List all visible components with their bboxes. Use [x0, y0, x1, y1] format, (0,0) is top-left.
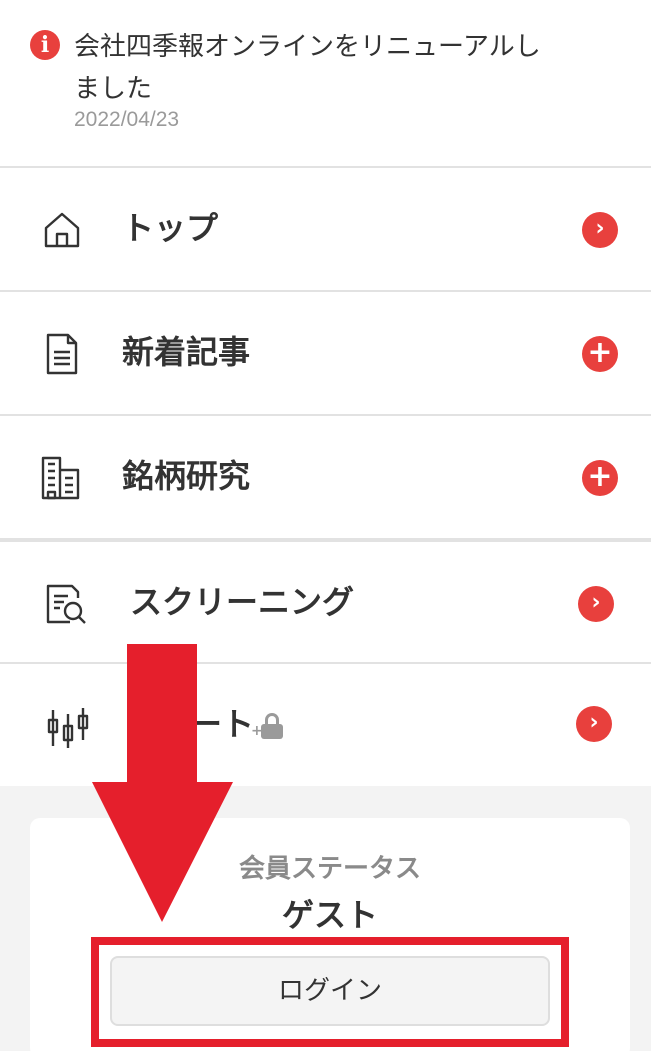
plus-icon[interactable]: +	[582, 460, 618, 496]
menu-item-top[interactable]: トップ ›	[0, 168, 651, 292]
lock-icon: +	[251, 713, 284, 739]
menu-item-label: トップ	[122, 209, 219, 247]
info-icon: i	[30, 30, 60, 60]
menu-item-label: 銘柄研究	[122, 457, 251, 495]
plus-icon[interactable]: +	[582, 336, 618, 372]
news-title[interactable]: 会社四季報オンラインをリニューアルしました	[74, 26, 554, 110]
menu-item-chart[interactable]: ート + ›	[0, 664, 651, 786]
menu-item-label: スクリーニング	[130, 583, 355, 621]
member-status-label: 会員ステータス	[238, 854, 421, 884]
news-date: 2022/04/23	[74, 108, 180, 131]
member-status-value: ゲスト	[281, 896, 378, 934]
chevron-right-icon[interactable]: ›	[582, 212, 618, 248]
menu-item-label: 新着記事	[122, 333, 251, 371]
candlestick-chart-icon	[46, 704, 90, 748]
menu-item-stock-research[interactable]: 銘柄研究 +	[0, 416, 651, 540]
document-search-icon	[44, 582, 88, 626]
document-icon	[40, 332, 84, 376]
menu-item-label: ート +	[190, 700, 284, 748]
chevron-right-icon[interactable]: ›	[578, 586, 614, 622]
menu-item-screening[interactable]: スクリーニング ›	[0, 540, 651, 664]
menu-item-new-articles[interactable]: 新着記事 +	[0, 292, 651, 416]
chevron-right-icon[interactable]: ›	[576, 706, 612, 742]
news-notice[interactable]: i 会社四季報オンラインをリニューアルしました 2022/04/23	[0, 0, 651, 168]
home-icon	[40, 208, 84, 252]
buildings-icon	[40, 456, 84, 500]
annotation-highlight-box	[91, 937, 569, 1047]
